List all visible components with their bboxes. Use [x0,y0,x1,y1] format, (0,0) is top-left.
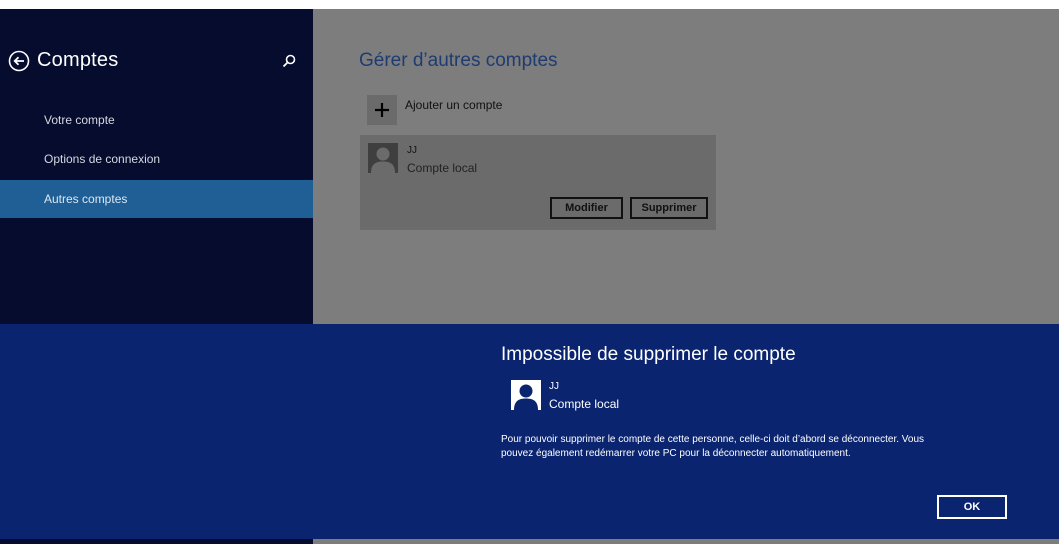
sidebar-item-autres-comptes[interactable]: Autres comptes [0,180,313,218]
add-account-button[interactable]: Ajouter un compte [367,95,502,125]
modify-button[interactable]: Modifier [550,197,623,219]
add-account-label: Ajouter un compte [405,98,503,112]
dialog-title: Impossible de supprimer le compte [501,344,796,365]
delete-button[interactable]: Supprimer [630,197,708,219]
error-dialog: Impossible de supprimer le compte JJ Com… [0,324,1059,539]
dialog-message-line2: pouvez également redémarrer votre PC pou… [501,448,851,459]
sidebar-item-options-connexion[interactable]: Options de connexion [0,140,313,178]
ok-button[interactable]: OK [937,495,1007,519]
sidebar-header: Comptes [8,49,118,72]
user-avatar-icon [368,143,398,173]
plus-icon [367,95,397,125]
account-card[interactable]: JJ Compte local Modifier Supprimer [360,135,716,230]
sidebar-item-votre-compte[interactable]: Votre compte [0,101,313,139]
back-arrow-icon[interactable] [8,50,30,72]
page-title: Gérer d’autres comptes [359,50,558,71]
account-type: Compte local [407,161,478,175]
dialog-message: Pour pouvoir supprimer le compte de cett… [501,433,1001,461]
user-avatar-icon [511,380,541,410]
dialog-account-name: JJ [549,381,559,392]
dialog-account-type: Compte local [549,397,620,411]
settings-screen: Comptes Votre compte Options de connexio… [0,9,1059,544]
account-name: JJ [407,145,417,156]
search-icon[interactable] [281,53,297,69]
dialog-message-line1: Pour pouvoir supprimer le compte de cett… [501,434,925,445]
sidebar-title: Comptes [37,49,119,71]
